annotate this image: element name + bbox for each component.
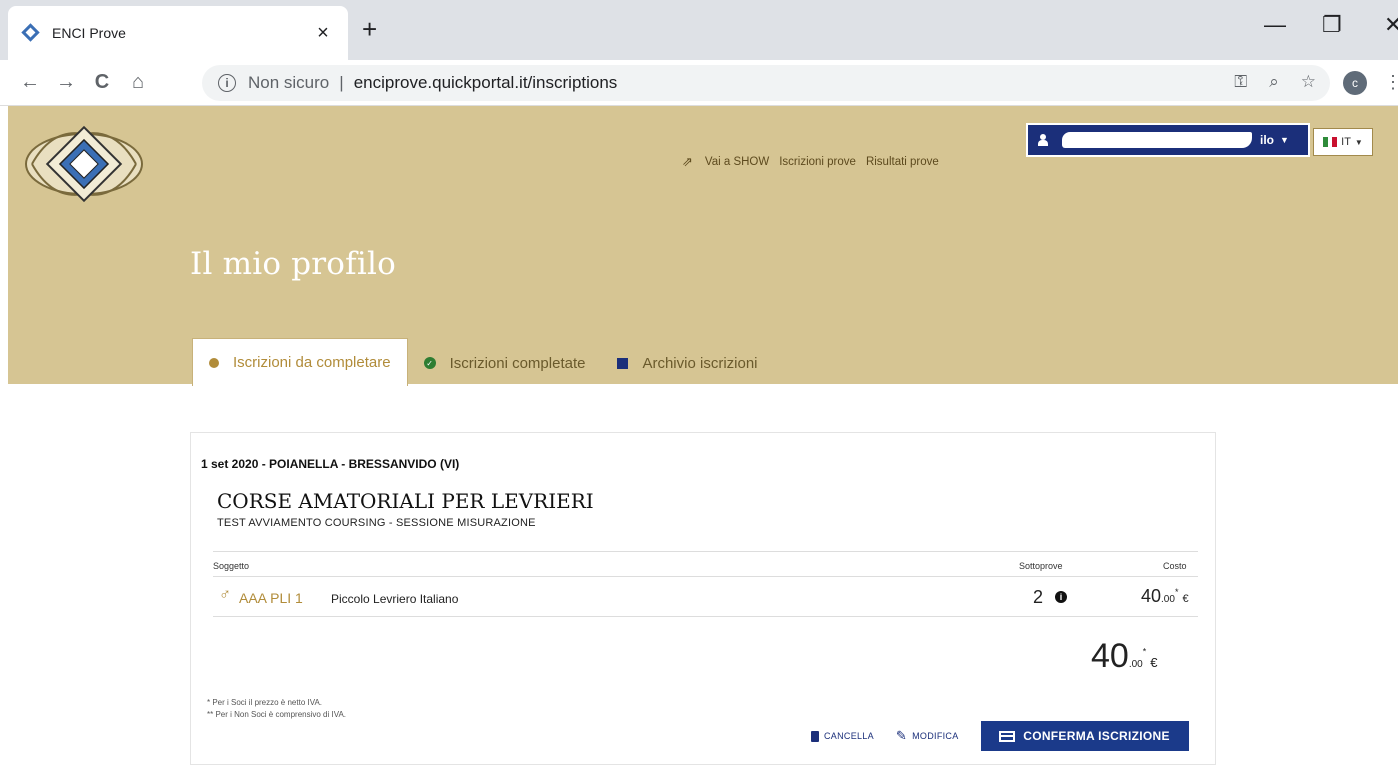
tab-title: ENCI Prove	[52, 25, 126, 41]
maximize-icon[interactable]: ❐	[1322, 12, 1342, 38]
language-code: IT	[1341, 136, 1351, 148]
archive-icon	[617, 357, 629, 369]
info-icon[interactable]: i	[1055, 591, 1067, 603]
trash-icon	[811, 730, 819, 742]
column-sottoprove: Sottoprove	[1019, 561, 1063, 571]
site-header: ⇗ Vai a SHOW Iscrizioni prove Risultati …	[8, 106, 1398, 386]
user-menu-button[interactable]: ilo ▼	[1026, 123, 1310, 157]
total-cost: 40.00 *€	[1091, 637, 1157, 676]
tab-label: Archivio iscrizioni	[642, 354, 758, 372]
card-actions: CANCELLA ✎ MODIFICA CONFERMA ISCRIZIONE	[811, 721, 1189, 751]
profile-avatar[interactable]: c	[1343, 71, 1367, 95]
modify-button[interactable]: ✎ MODIFICA	[896, 728, 959, 744]
external-link-icon: ⇗	[682, 154, 693, 169]
table-row: ♂ AAA PLI 1 Piccolo Levriero Italiano 2 …	[213, 577, 1198, 617]
price-notes: * Per i Soci il prezzo è netto IVA. ** P…	[207, 697, 346, 721]
total-dec: .00	[1128, 659, 1143, 670]
event-subtitle: TEST AVVIAMENTO COURSING - SESSIONE MISU…	[217, 517, 536, 529]
inscription-card: 1 set 2020 - POIANELLA - BRESSANVIDO (VI…	[190, 432, 1216, 765]
top-navigation: ⇗ Vai a SHOW Iscrizioni prove Risultati …	[682, 154, 939, 170]
browser-tab-bar: ENCI Prove × + — ❐ ✕	[0, 0, 1398, 60]
confirm-inscription-button[interactable]: CONFERMA ISCRIZIONE	[980, 721, 1189, 751]
nav-risultati-prove[interactable]: Risultati prove	[866, 156, 939, 168]
note-non-soci: ** Per i Non Soci è comprensivo di IVA.	[207, 710, 347, 719]
not-secure-label: Non sicuro	[248, 73, 330, 92]
row-cost-mark: *	[1174, 587, 1179, 597]
dog-name-link[interactable]: AAA PLI 1	[239, 590, 303, 606]
tab-label: Iscrizioni da completare	[233, 354, 391, 371]
menu-icon[interactable]: ⋮	[1384, 72, 1398, 93]
url-text[interactable]: enciprove.quickportal.it/inscriptions	[354, 73, 618, 93]
browser-tab[interactable]: ENCI Prove ×	[8, 6, 348, 60]
column-soggetto: Soggetto	[213, 561, 250, 571]
user-icon	[1038, 134, 1048, 146]
tab-archivio-iscrizioni[interactable]: Archivio iscrizioni	[601, 340, 773, 386]
italy-flag-icon	[1323, 137, 1338, 147]
user-name-suffix: ilo	[1260, 133, 1274, 147]
bookmark-star-icon[interactable]: ☆	[1301, 72, 1316, 92]
nav-iscrizioni-prove[interactable]: Iscrizioni prove	[779, 156, 856, 168]
row-currency: €	[1182, 593, 1189, 605]
zoom-icon[interactable]: ⌕	[1269, 72, 1279, 92]
home-icon[interactable]: ⌂	[120, 71, 156, 94]
total-int: 40	[1091, 637, 1129, 675]
table-header: Soggetto Sottoprove Costo	[213, 551, 1198, 577]
inscription-table: Soggetto Sottoprove Costo ♂ AAA PLI 1 Pi…	[213, 551, 1198, 617]
enci-logo-icon[interactable]	[22, 118, 152, 208]
pending-dot-icon	[209, 357, 219, 368]
row-cost-int: 40	[1141, 586, 1162, 606]
url-separator: |	[339, 73, 344, 92]
tab-close-icon[interactable]: ×	[312, 22, 334, 45]
column-costo: Costo	[1163, 561, 1187, 571]
redacted-username	[1062, 132, 1252, 148]
modify-label: MODIFICA	[912, 731, 959, 741]
male-icon: ♂	[219, 586, 231, 603]
language-selector[interactable]: IT ▼	[1313, 128, 1373, 156]
total-mark: *	[1142, 646, 1147, 657]
address-bar-row: ← → C ⌂ i Non sicuro | enciprove.quickpo…	[0, 60, 1398, 106]
tab-iscrizioni-completate[interactable]: ✓ Iscrizioni completate	[408, 340, 602, 386]
check-circle-icon: ✓	[423, 357, 436, 369]
cancel-label: CANCELLA	[824, 731, 874, 741]
reload-icon[interactable]: C	[84, 71, 120, 94]
key-icon[interactable]: ⚿	[1234, 72, 1247, 92]
url-field[interactable]: i Non sicuro | enciprove.quickportal.it/…	[202, 65, 1330, 101]
row-cost-dec: .00	[1161, 594, 1175, 605]
confirm-label: CONFERMA ISCRIZIONE	[1023, 729, 1170, 743]
event-date-place: 1 set 2020 - POIANELLA - BRESSANVIDO (VI…	[201, 457, 460, 471]
event-title: CORSE AMATORIALI PER LEVRIERI	[217, 489, 594, 513]
dog-breed: Piccolo Levriero Italiano	[331, 592, 459, 606]
profile-tabs: Iscrizioni da completare ✓ Iscrizioni co…	[192, 338, 774, 386]
tab-label: Iscrizioni completate	[449, 354, 586, 372]
back-icon[interactable]: ←	[12, 71, 48, 94]
chevron-down-icon: ▼	[1354, 137, 1363, 147]
new-tab-button[interactable]: +	[362, 14, 377, 45]
tab-iscrizioni-da-completare[interactable]: Iscrizioni da completare	[192, 338, 408, 386]
nav-vai-a-show[interactable]: Vai a SHOW	[705, 156, 769, 168]
info-icon[interactable]: i	[218, 74, 236, 92]
site-favicon-icon	[21, 23, 40, 42]
edit-icon: ✎	[895, 728, 908, 743]
forward-icon[interactable]: →	[48, 71, 84, 94]
page-title: Il mio profilo	[190, 246, 396, 282]
row-cost: 40.00*€	[1141, 586, 1189, 607]
note-soci: * Per i Soci il prezzo è netto IVA.	[207, 698, 323, 707]
chevron-down-icon: ▼	[1280, 135, 1289, 145]
window-close-icon[interactable]: ✕	[1384, 12, 1398, 38]
minimize-icon[interactable]: —	[1264, 12, 1286, 38]
total-currency: €	[1150, 655, 1158, 670]
subtests-count: 2	[1033, 587, 1044, 607]
cancel-button[interactable]: CANCELLA	[811, 730, 874, 742]
credit-card-icon	[999, 730, 1016, 742]
